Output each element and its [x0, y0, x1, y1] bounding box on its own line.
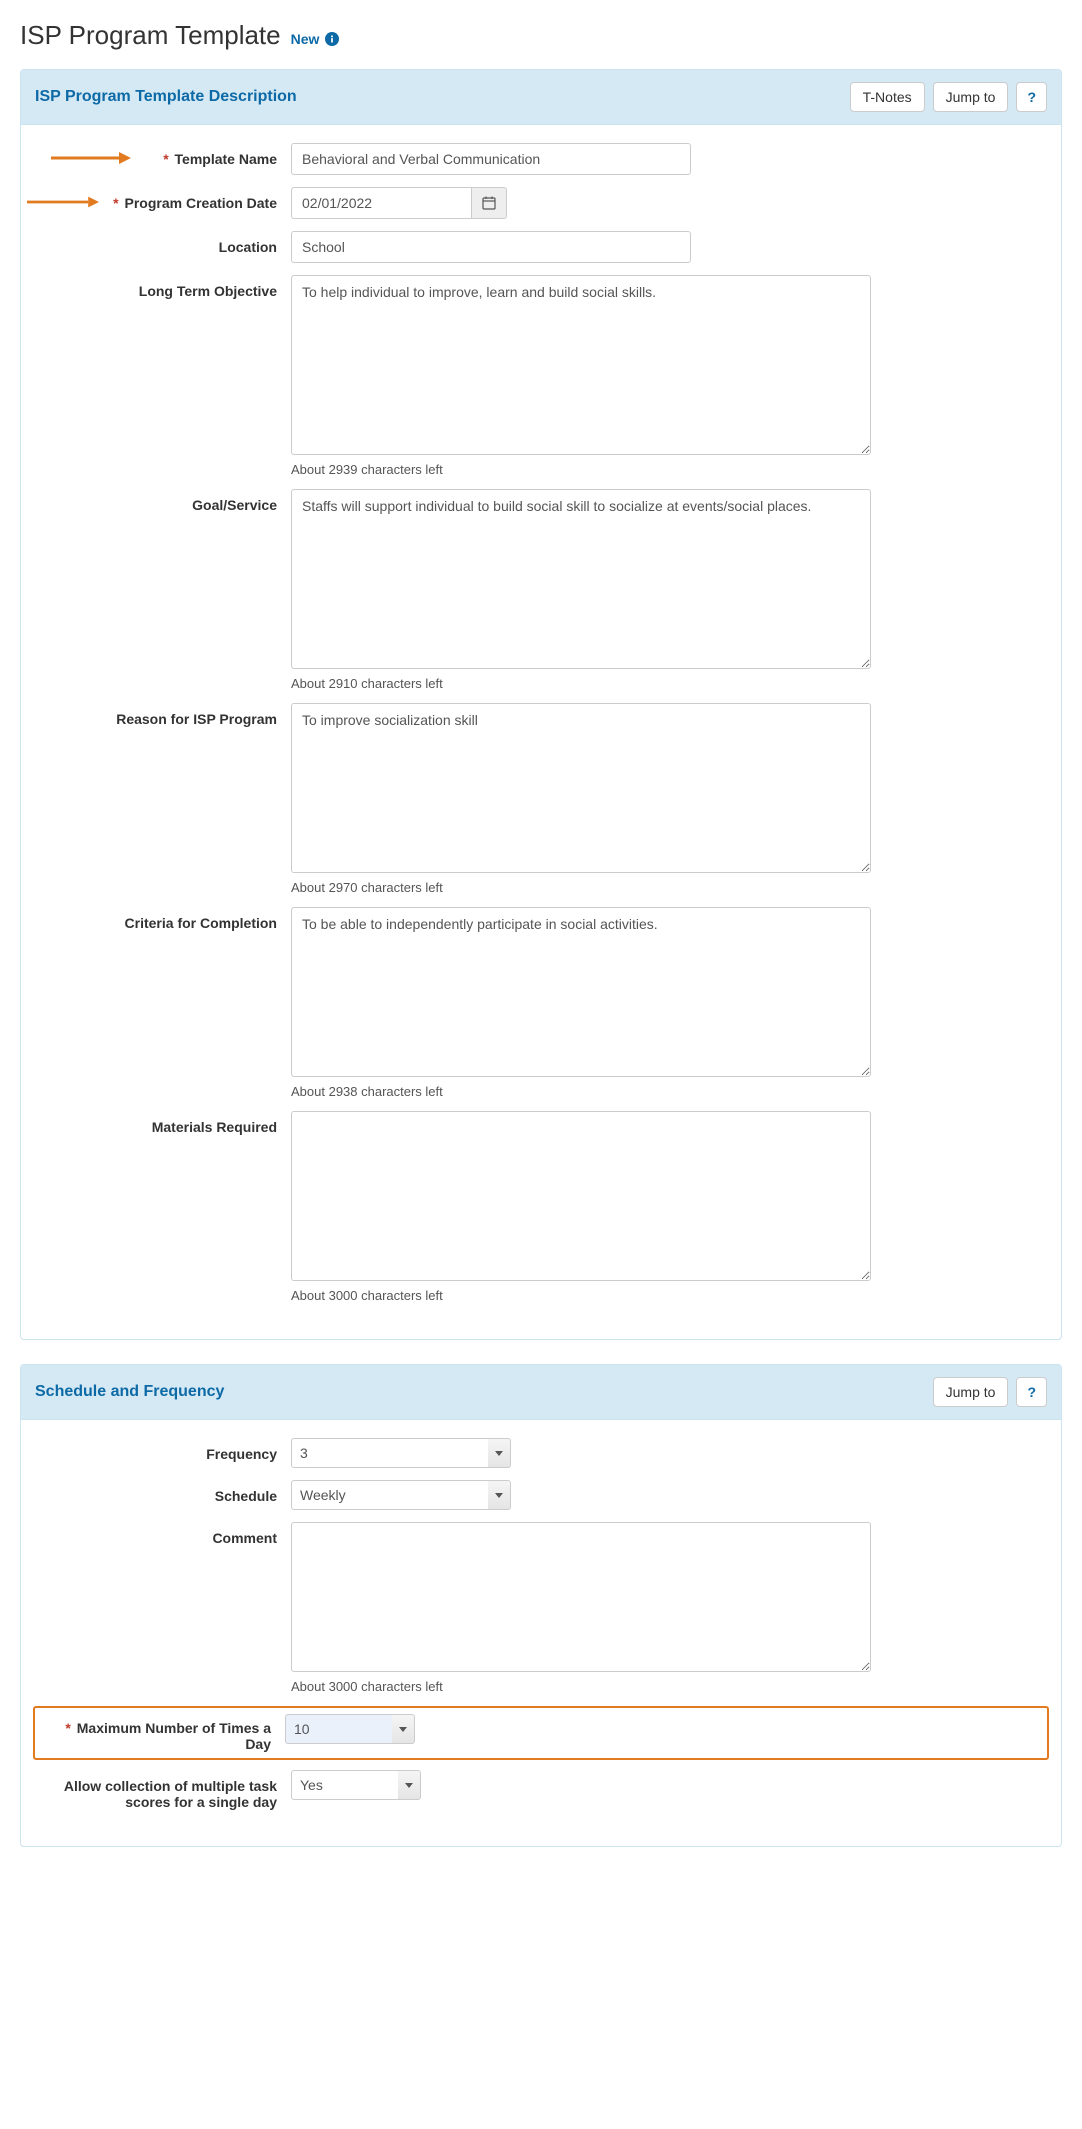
- location-input[interactable]: [291, 231, 691, 263]
- frequency-select[interactable]: 3: [291, 1438, 511, 1468]
- required-asterisk: *: [113, 195, 118, 211]
- new-badge-text: New: [291, 31, 320, 47]
- label-schedule: Schedule: [41, 1480, 291, 1504]
- row-materials: Materials Required About 3000 characters…: [41, 1111, 1041, 1303]
- allow-multi-select[interactable]: Yes: [291, 1770, 421, 1800]
- row-location: Location: [41, 231, 1041, 263]
- label-reason: Reason for ISP Program: [41, 703, 291, 727]
- panel-description-title: ISP Program Template Description: [35, 88, 297, 106]
- criteria-chars-left: About 2938 characters left: [291, 1084, 871, 1099]
- schedule-select[interactable]: Weekly: [291, 1480, 511, 1510]
- page-title-text: ISP Program Template: [20, 20, 281, 51]
- goal-service-textarea[interactable]: [291, 489, 871, 669]
- panel-schedule-title: Schedule and Frequency: [35, 1383, 224, 1401]
- panel-description-body: * Template Name * Program Creation Date: [21, 125, 1061, 1339]
- new-badge: New: [291, 31, 340, 47]
- panel-schedule: Schedule and Frequency Jump to ? Frequen…: [20, 1364, 1062, 1847]
- jumpto-button[interactable]: Jump to: [933, 1377, 1009, 1407]
- row-reason: Reason for ISP Program About 2970 charac…: [41, 703, 1041, 895]
- label-program-creation-date-text: Program Creation Date: [125, 195, 277, 211]
- tnotes-button[interactable]: T-Notes: [850, 82, 925, 112]
- help-button[interactable]: ?: [1016, 1377, 1047, 1407]
- materials-textarea[interactable]: [291, 1111, 871, 1281]
- label-location: Location: [41, 231, 291, 255]
- label-criteria: Criteria for Completion: [41, 907, 291, 931]
- reason-textarea[interactable]: [291, 703, 871, 873]
- required-asterisk: *: [163, 151, 168, 167]
- criteria-textarea[interactable]: [291, 907, 871, 1077]
- comment-textarea[interactable]: [291, 1522, 871, 1672]
- label-goal-service: Goal/Service: [41, 489, 291, 513]
- jumpto-button[interactable]: Jump to: [933, 82, 1009, 112]
- row-allow-multi: Allow collection of multiple task scores…: [41, 1770, 1041, 1810]
- label-program-creation-date: * Program Creation Date: [41, 187, 291, 211]
- max-times-select[interactable]: 10: [285, 1714, 415, 1744]
- row-long-term-objective: Long Term Objective About 2939 character…: [41, 275, 1041, 477]
- page-title: ISP Program Template New: [20, 20, 1062, 51]
- panel-schedule-header: Schedule and Frequency Jump to ?: [21, 1365, 1061, 1420]
- label-template-name: * Template Name: [41, 143, 291, 167]
- info-icon: [325, 32, 339, 46]
- label-max-times-text: Maximum Number of Times a Day: [77, 1720, 271, 1752]
- program-creation-date-input[interactable]: [291, 187, 471, 219]
- reason-chars-left: About 2970 characters left: [291, 880, 871, 895]
- required-asterisk: *: [65, 1720, 70, 1736]
- label-long-term-objective: Long Term Objective: [41, 275, 291, 299]
- long-term-objective-textarea[interactable]: [291, 275, 871, 455]
- row-template-name: * Template Name: [41, 143, 1041, 175]
- row-schedule: Schedule Weekly: [41, 1480, 1041, 1510]
- row-goal-service: Goal/Service About 2910 characters left: [41, 489, 1041, 691]
- row-frequency: Frequency 3: [41, 1438, 1041, 1468]
- label-comment: Comment: [41, 1522, 291, 1546]
- panel-description: ISP Program Template Description T-Notes…: [20, 69, 1062, 1340]
- panel-description-actions: T-Notes Jump to ?: [850, 82, 1047, 112]
- template-name-input[interactable]: [291, 143, 691, 175]
- label-frequency: Frequency: [41, 1438, 291, 1462]
- row-max-times-highlight: * Maximum Number of Times a Day 10: [33, 1706, 1049, 1760]
- panel-description-header: ISP Program Template Description T-Notes…: [21, 70, 1061, 125]
- label-materials: Materials Required: [41, 1111, 291, 1135]
- row-program-creation-date: * Program Creation Date: [41, 187, 1041, 219]
- long-term-objective-chars-left: About 2939 characters left: [291, 462, 871, 477]
- materials-chars-left: About 3000 characters left: [291, 1288, 871, 1303]
- panel-schedule-body: Frequency 3 Schedule Weekly: [21, 1420, 1061, 1846]
- label-allow-multi: Allow collection of multiple task scores…: [41, 1770, 291, 1810]
- calendar-icon: [482, 196, 496, 210]
- panel-schedule-actions: Jump to ?: [933, 1377, 1047, 1407]
- row-criteria: Criteria for Completion About 2938 chara…: [41, 907, 1041, 1099]
- label-max-times: * Maximum Number of Times a Day: [43, 1714, 285, 1752]
- comment-chars-left: About 3000 characters left: [291, 1679, 871, 1694]
- date-picker-button[interactable]: [471, 187, 507, 219]
- label-template-name-text: Template Name: [175, 151, 277, 167]
- row-comment: Comment About 3000 characters left: [41, 1522, 1041, 1694]
- goal-service-chars-left: About 2910 characters left: [291, 676, 871, 691]
- help-button[interactable]: ?: [1016, 82, 1047, 112]
